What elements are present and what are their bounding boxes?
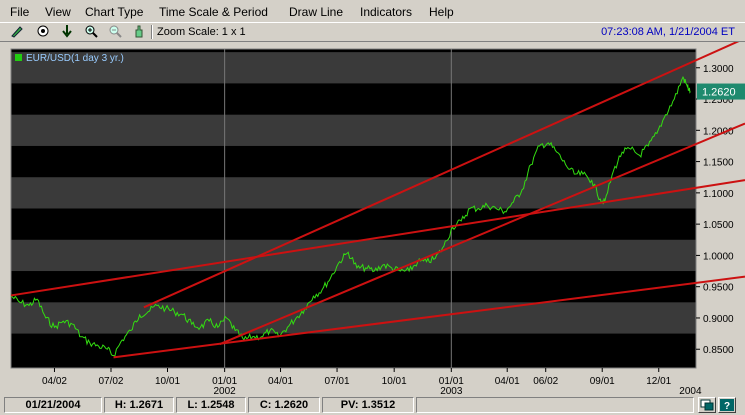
legend-swatch: [15, 54, 22, 61]
status-date: 01/21/2004: [4, 397, 102, 413]
status-low: L: 1.2548: [176, 397, 246, 413]
target-icon[interactable]: [34, 24, 52, 40]
menu-bar: File View Chart Type Time Scale & Period…: [0, 0, 745, 22]
svg-text:?: ?: [724, 401, 730, 412]
x-tick-label: 07/01: [325, 376, 350, 387]
x-tick-label: 10/01: [382, 376, 407, 387]
pencil-icon[interactable]: [8, 24, 26, 40]
menu-chart-type[interactable]: Chart Type: [85, 5, 143, 19]
menu-help[interactable]: Help: [429, 5, 454, 19]
y-tick-label: 1.3000: [703, 64, 734, 75]
status-pv: PV: 1.3512: [322, 397, 414, 413]
grid-band: [11, 302, 696, 334]
menu-view[interactable]: View: [45, 5, 71, 19]
toolbar: Zoom Scale: 1 x 1 07:23:08 AM, 1/21/2004…: [0, 22, 745, 42]
price-chart[interactable]: 1.30001.25001.20001.15001.10001.05001.00…: [0, 37, 745, 397]
x-tick-label: 06/02: [533, 376, 558, 387]
x-tick-label: 04/02: [42, 376, 67, 387]
status-blank: [416, 397, 694, 413]
menu-draw-line[interactable]: Draw Line: [289, 5, 343, 19]
grid-band: [11, 114, 696, 146]
y-tick-label: 0.8500: [703, 345, 734, 356]
x-year-label: 2002: [214, 386, 237, 396]
y-tick-label: 1.0500: [703, 220, 734, 231]
x-tick-label: 10/01: [155, 376, 180, 387]
y-tick-label: 1.0000: [703, 251, 734, 262]
menu-time-scale[interactable]: Time Scale & Period: [159, 5, 268, 19]
y-tick-label: 1.1000: [703, 189, 734, 200]
y-tick-label: 0.9000: [703, 314, 734, 325]
legend-label: EUR/USD(1 day 3 yr.): [26, 53, 124, 64]
grid-band: [11, 239, 696, 272]
hand-icon[interactable]: [130, 24, 148, 40]
x-tick-label: 07/02: [98, 376, 123, 387]
menu-indicators[interactable]: Indicators: [360, 5, 412, 19]
chart-area[interactable]: 1.3000 1.2500 1.2000 1.1500 1.1000 1.0500 1.00…: [0, 37, 745, 397]
x-year-label: 2004: [679, 386, 702, 396]
x-tick-label: 12/01: [646, 376, 671, 387]
zoom-scale-label: Zoom Scale: 1 x 1: [157, 26, 246, 38]
window-icon[interactable]: [698, 397, 716, 413]
toolbar-separator: [151, 25, 153, 39]
x-tick-label: 04/01: [268, 376, 293, 387]
status-close: C: 1.2620: [248, 397, 320, 413]
menu-file[interactable]: File: [10, 5, 29, 19]
status-bar: 01/21/2004 H: 1.2671 L: 1.2548 C: 1.2620…: [0, 396, 745, 415]
zoom-out-icon[interactable]: [106, 24, 124, 40]
x-tick-label: 04/01: [495, 376, 520, 387]
y-tick-label: 1.1500: [703, 158, 734, 169]
zoom-in-icon[interactable]: [82, 24, 100, 40]
down-arrow-icon[interactable]: [58, 24, 76, 40]
status-high: H: 1.2671: [104, 397, 174, 413]
clock-display: 07:23:08 AM, 1/21/2004 ET: [601, 26, 735, 38]
help-icon[interactable]: ?: [718, 397, 736, 413]
x-year-label: 2003: [440, 386, 463, 396]
current-price-label: 1.2620: [702, 87, 736, 99]
x-tick-label: 09/01: [590, 376, 615, 387]
y-tick-label: 0.9500: [703, 283, 734, 294]
